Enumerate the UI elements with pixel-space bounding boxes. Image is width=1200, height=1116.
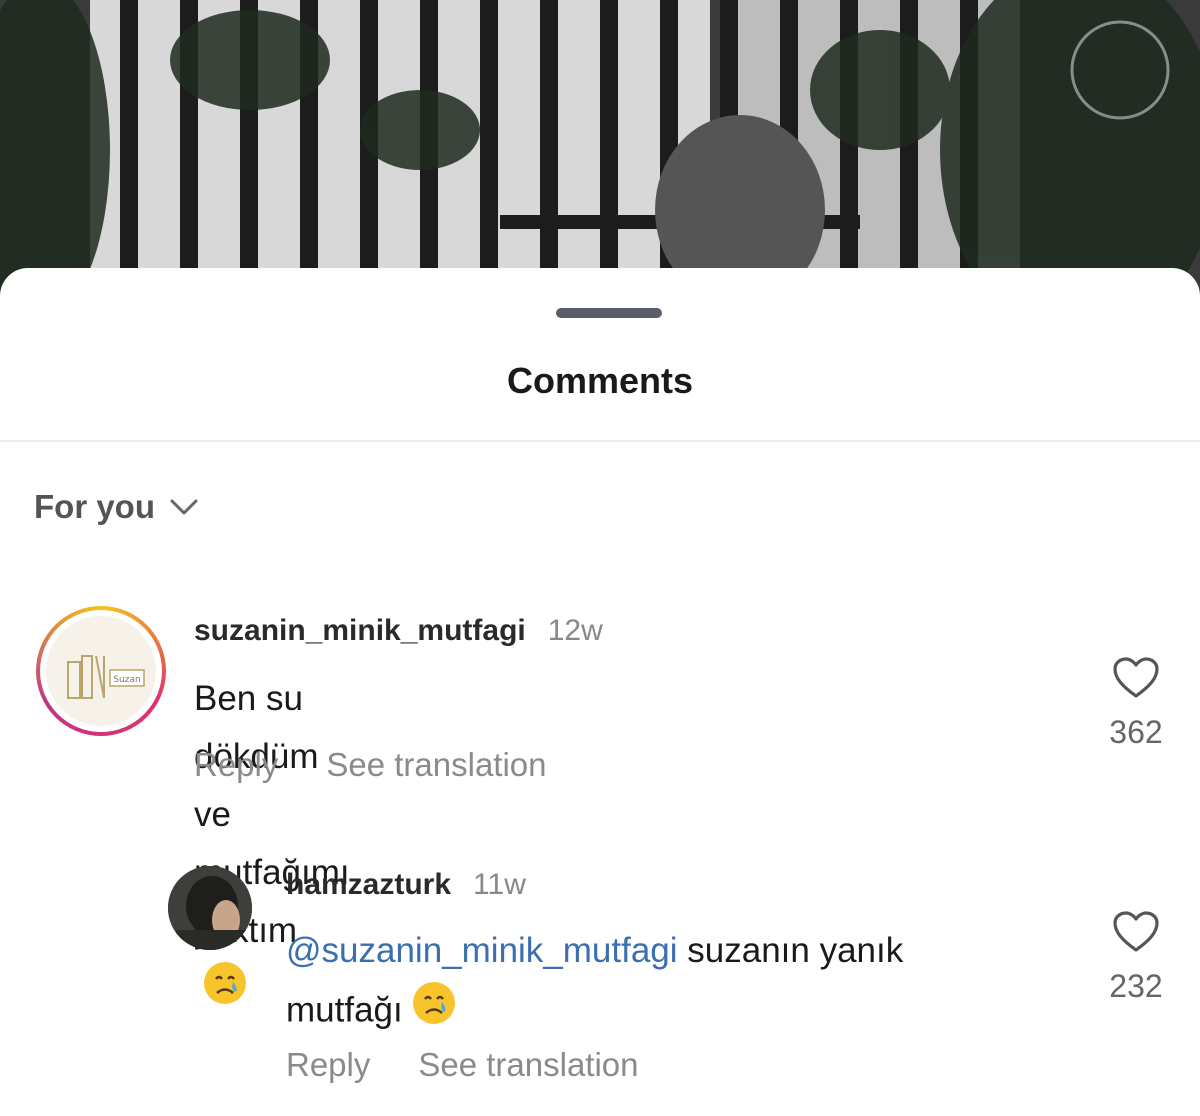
comment-body-line2: mutfağı	[286, 990, 403, 1030]
video-background	[0, 0, 1200, 300]
reply-button[interactable]: Reply	[194, 746, 278, 783]
chevron-down-icon	[170, 499, 198, 515]
kitchen-logo-icon: Suzan	[67, 655, 145, 699]
comment-text: @suzanin_minik_mutfagi suzanın yanık mut…	[286, 922, 1046, 1044]
like-count: 232	[1109, 968, 1163, 1004]
profile-photo-icon	[168, 866, 252, 950]
like-button[interactable]: 362	[1096, 656, 1176, 751]
avatar[interactable]	[168, 866, 252, 950]
comment-body-line1: suzanın yanık	[687, 931, 904, 970]
see-translation-button[interactable]: See translation	[418, 1046, 638, 1083]
drag-handle[interactable]	[556, 308, 662, 318]
avatar[interactable]: Suzan	[36, 606, 166, 736]
username-text[interactable]: hamzazturk	[286, 868, 451, 901]
divider	[0, 440, 1200, 442]
mention-link[interactable]: @suzanin_minik_mutfagi	[286, 931, 678, 970]
heart-icon[interactable]	[1112, 656, 1160, 700]
like-count: 362	[1109, 714, 1163, 750]
crying-face-icon	[202, 960, 248, 1024]
comment-username[interactable]: hamzazturk 11w	[286, 868, 526, 902]
like-button[interactable]: 232	[1096, 910, 1176, 1005]
heart-icon[interactable]	[1112, 910, 1160, 954]
username-text[interactable]: suzanin_minik_mutfagi	[194, 614, 526, 647]
sort-label: For you	[34, 488, 155, 525]
reply-button[interactable]: Reply	[286, 1046, 370, 1083]
comment-username[interactable]: suzanin_minik_mutfagi 12w	[194, 614, 603, 648]
comment-timestamp: 12w	[547, 614, 603, 647]
sheet-title: Comments	[506, 360, 694, 401]
sort-dropdown[interactable]: For you	[34, 488, 199, 526]
comment-actions: Reply See translation	[194, 746, 547, 784]
svg-text:Suzan: Suzan	[113, 675, 140, 685]
comment-actions: Reply See translation	[286, 1046, 639, 1084]
comment-timestamp: 11w	[473, 868, 526, 901]
see-translation-button[interactable]: See translation	[326, 746, 546, 783]
crying-face-icon	[411, 980, 457, 1044]
